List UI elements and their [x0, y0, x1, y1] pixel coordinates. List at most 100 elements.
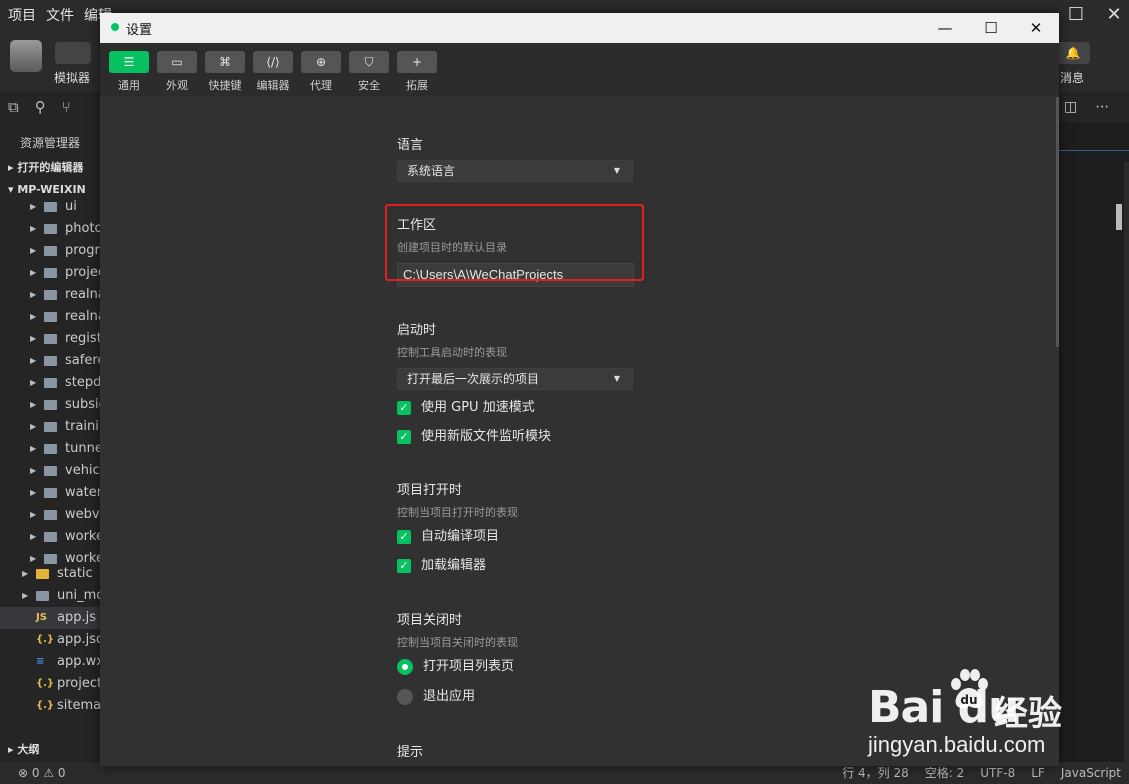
tab-window[interactable]: ▭ 外观: [157, 51, 197, 93]
tree-file[interactable]: ≡ app.wxs: [0, 651, 100, 673]
settings-scrollbar[interactable]: [1056, 97, 1059, 347]
project-open-desc: 控制当项目打开时的表现: [397, 506, 518, 519]
sliders-icon: ☰: [109, 51, 149, 73]
files-icon[interactable]: ⧉: [8, 98, 19, 116]
checkmark-icon: ✓: [397, 559, 411, 573]
source-control-icon[interactable]: ⑂: [62, 98, 71, 116]
bell-icon[interactable]: 🔔: [1056, 42, 1090, 64]
folder-icon: [44, 224, 57, 234]
tree-folder[interactable]: ▶ projec: [0, 262, 100, 284]
maximize-icon[interactable]: ☐: [968, 13, 1014, 43]
tree-folder[interactable]: ▶ tunnel: [0, 438, 100, 460]
dialog-titlebar: 设置 — ☐ ✕: [100, 13, 1059, 43]
tree-folder[interactable]: ▶ photo: [0, 218, 100, 240]
highlight-box: [385, 204, 644, 281]
chevron-right-icon: ▶: [30, 444, 37, 453]
tree-folder[interactable]: ▶ static: [0, 563, 100, 585]
outline-section[interactable]: ▸ 大纲: [0, 739, 100, 761]
problems-indicator[interactable]: ⊗ 0 ⚠ 0: [18, 762, 66, 784]
tree-folder[interactable]: ▶ ui: [0, 196, 100, 218]
plus-icon: +: [397, 51, 437, 73]
tree-file[interactable]: {.}sitemap: [0, 695, 100, 717]
settings-tabs: ☰ 通用 ▭ 外观 ⌘ 快捷键 ⟨/⟩ 编辑器 ⊕ 代理 ⛉ 安全 + 拓展: [100, 43, 1059, 97]
tree-folder[interactable]: ▶ progre: [0, 240, 100, 262]
tree-folder[interactable]: ▶ registe: [0, 328, 100, 350]
tree-folder[interactable]: ▶ realna: [0, 284, 100, 306]
folder-icon: [44, 422, 57, 432]
folder-icon: [44, 290, 57, 300]
tree-item-label: project.: [57, 676, 100, 691]
search-icon[interactable]: ⚲: [35, 98, 46, 116]
tree-folder[interactable]: ▶ uni_mo: [0, 585, 100, 607]
chevron-right-icon: ▶: [30, 334, 37, 343]
close-dialog-icon[interactable]: ✕: [1013, 13, 1059, 43]
tree-folder[interactable]: ▶ webvie: [0, 504, 100, 526]
more-icon[interactable]: ⋯: [1095, 99, 1109, 115]
folder-icon: [44, 510, 57, 520]
json-file-icon: {.}: [36, 700, 55, 711]
folder-icon: [44, 400, 57, 410]
startup-select[interactable]: 打开最后一次展示的项目 ▼: [397, 368, 633, 390]
open-editors-section[interactable]: ▸ 打开的编辑器: [0, 157, 100, 179]
simulator-button[interactable]: [55, 42, 91, 64]
tree-folder[interactable]: ▶ trainin: [0, 416, 100, 438]
baidu-jingyan-watermark: Bai du du 经验 jingyan.baidu.com: [868, 668, 1098, 768]
tab-sliders[interactable]: ☰ 通用: [109, 51, 149, 93]
close-icon[interactable]: ✕: [1103, 4, 1125, 26]
explorer-title: 资源管理器: [20, 136, 81, 150]
chevron-right-icon: ▶: [30, 224, 37, 233]
split-editor-icon[interactable]: ◫: [1064, 99, 1077, 115]
chevron-right-icon: ▶: [30, 488, 37, 497]
tree-item-label: realna: [65, 309, 100, 324]
chevron-right-icon: ▶: [22, 591, 29, 600]
editor-scrollbar[interactable]: [1116, 204, 1122, 230]
tree-folder[interactable]: ▶ subsid: [0, 394, 100, 416]
tab-plus[interactable]: + 拓展: [397, 51, 437, 93]
watermark-cn: 经验: [994, 694, 1062, 734]
dialog-title: 设置: [126, 23, 153, 38]
project-close-desc: 控制当项目关闭时的表现: [397, 636, 518, 649]
tree-item-label: app.jsor: [57, 632, 100, 647]
tree-item-label: wateri: [65, 485, 100, 500]
project-close-title: 项目关闭时: [397, 613, 463, 628]
tree-folder[interactable]: ▶ worke: [0, 526, 100, 548]
tree-folder[interactable]: ▶ stepdi: [0, 372, 100, 394]
avatar[interactable]: [10, 40, 42, 72]
tree-item-label: app.wxs: [57, 654, 100, 669]
tree-item-label: realna: [65, 287, 100, 302]
chevron-right-icon: ▶: [30, 202, 37, 211]
tab-command[interactable]: ⌘ 快捷键: [205, 51, 245, 93]
watermark-url: jingyan.baidu.com: [868, 732, 1046, 757]
shield-icon: ⛉: [349, 51, 389, 73]
folder-icon: [44, 202, 57, 212]
tree-file[interactable]: {.}app.jsor: [0, 629, 100, 651]
tree-item-label: tunnel: [65, 441, 100, 456]
checkmark-icon: ✓: [397, 401, 411, 415]
simulator-label: 模拟器: [54, 71, 91, 85]
tree-item-label: sitemap: [57, 698, 100, 713]
tree-file[interactable]: {.}project.: [0, 673, 100, 695]
tab-label: 拓展: [406, 79, 428, 92]
tree-folder[interactable]: ▶ realna: [0, 306, 100, 328]
minimize-icon[interactable]: —: [922, 13, 968, 43]
chevron-right-icon: ▶: [30, 290, 37, 299]
chevron-right-icon: ▶: [30, 510, 37, 519]
tab-globe[interactable]: ⊕ 代理: [301, 51, 341, 93]
activity-bar: ⧉ ⚲ ⑂: [0, 92, 100, 122]
menu-project[interactable]: 项目: [8, 5, 36, 25]
folder-icon: [44, 378, 57, 388]
tree-file[interactable]: JS app.js: [0, 607, 100, 629]
maximize-icon[interactable]: ☐: [1065, 4, 1087, 26]
tree-folder[interactable]: ▶ wateri: [0, 482, 100, 504]
tree-folder[interactable]: ▶ vehicle: [0, 460, 100, 482]
tab-shield[interactable]: ⛉ 安全: [349, 51, 389, 93]
tab-code[interactable]: ⟨/⟩ 编辑器: [253, 51, 293, 93]
svg-text:du: du: [960, 693, 977, 707]
language-select[interactable]: 系统语言 ▼: [397, 160, 633, 182]
tree-folder[interactable]: ▶ safere: [0, 350, 100, 372]
tree-item-label: stepdi: [65, 375, 100, 390]
wechat-devtools-logo-icon: [109, 21, 121, 33]
json-file-icon: {.}: [36, 678, 55, 689]
menu-file[interactable]: 文件: [46, 5, 74, 25]
tree-item-label: safere: [65, 353, 100, 368]
